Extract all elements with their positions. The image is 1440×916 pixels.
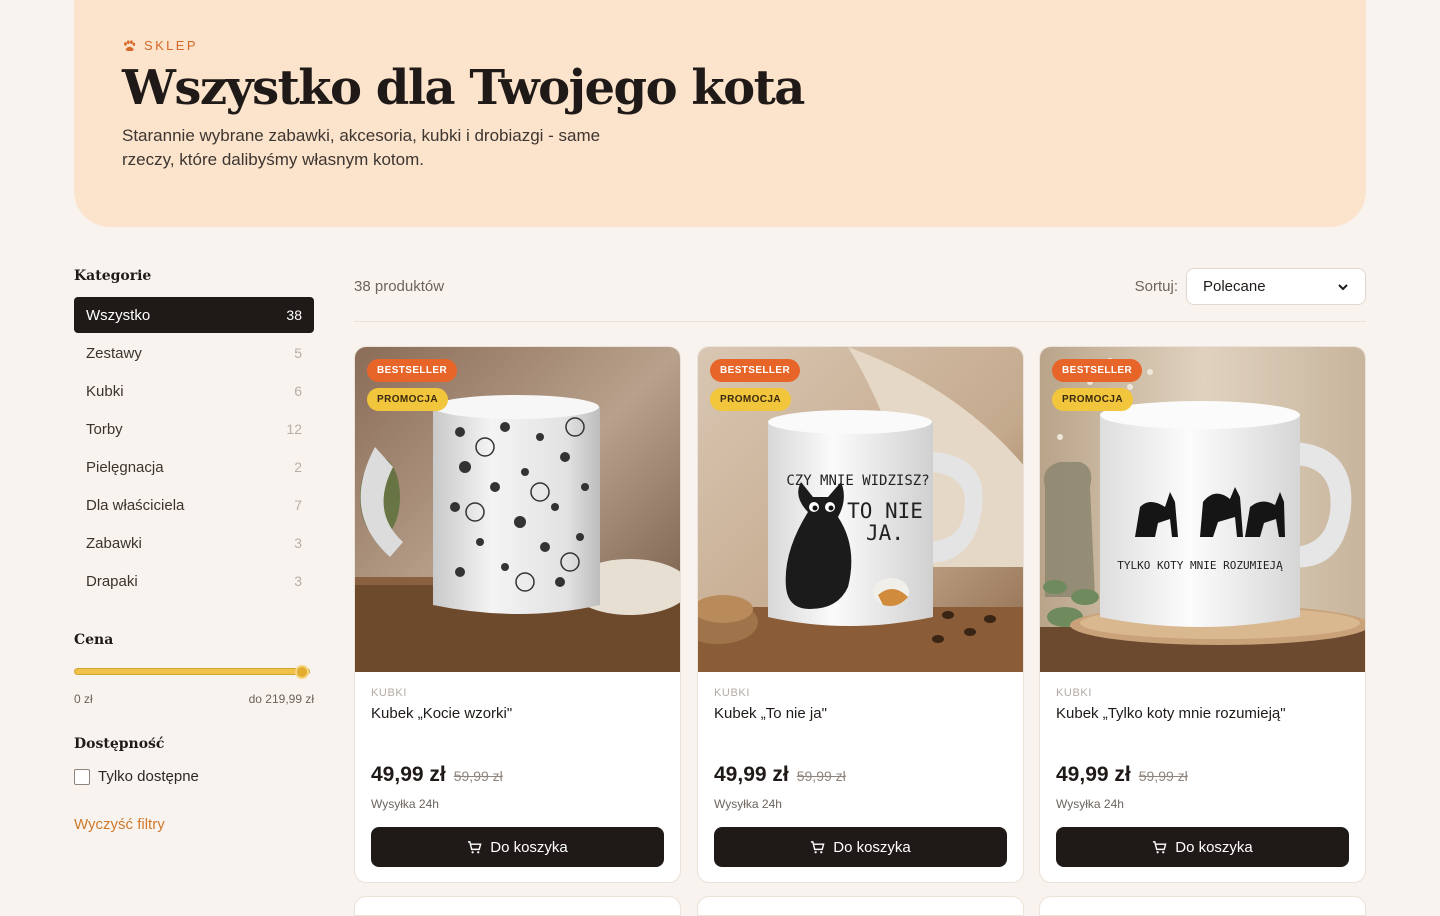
category-label: Pielęgnacja: [86, 458, 164, 476]
category-item-zestawy[interactable]: Zestawy 5: [74, 335, 314, 371]
hero-description: Starannie wybrane zabawki, akcesoria, ku…: [122, 126, 601, 169]
promo-badge: PROMOCJA: [367, 388, 448, 411]
product-name[interactable]: Kubek „Kocie wzorki": [371, 705, 664, 722]
mug-print-line-3: JA.: [866, 521, 904, 545]
product-count: 38 produktów: [354, 278, 445, 295]
category-label: Wszystko: [86, 306, 151, 324]
clear-filters-link[interactable]: Wyczyść filtry: [74, 816, 165, 833]
bestseller-badge: BESTSELLER: [1052, 359, 1143, 382]
product-price: 49,99 zł: [714, 763, 789, 786]
category-item-kubki[interactable]: Kubki 6: [74, 373, 314, 409]
product-price: 49,99 zł: [1056, 763, 1131, 786]
cart-icon: [1153, 840, 1167, 853]
only-available-filter[interactable]: Tylko dostępne: [74, 768, 199, 785]
categories-heading: Kategorie: [74, 268, 152, 284]
add-to-cart-label: Do koszyka: [490, 838, 568, 856]
category-item-drapaki[interactable]: Drapaki 3: [74, 563, 314, 599]
shipping-info: Wysyłka 24h: [371, 797, 439, 811]
hero-eyebrow: SKLEP: [122, 38, 198, 53]
only-available-checkbox[interactable]: [74, 768, 90, 785]
product-info: KUBKI Kubek „Kocie wzorki" 49,99 zł 59,9…: [371, 687, 664, 867]
sort-select[interactable]: Polecane: [1186, 268, 1366, 305]
product-image[interactable]: BESTSELLER PROMOCJA: [355, 347, 680, 672]
price-row: 49,99 zł 59,99 zł: [714, 763, 846, 787]
product-image[interactable]: CZY MNIE WIDZISZ? TO NIE JA. BESTSELLER …: [698, 347, 1023, 672]
category-label: Dla właściciela: [86, 496, 185, 514]
cart-icon: [811, 840, 825, 853]
price-max-label: do 219,99 zł: [248, 692, 314, 706]
add-to-cart-button[interactable]: Do koszyka: [714, 827, 1007, 867]
mug-print-line-2: TO NIE: [847, 499, 923, 523]
shipping-info: Wysyłka 24h: [714, 797, 782, 811]
product-name[interactable]: Kubek „Tylko koty mnie rozumieją": [1056, 705, 1349, 722]
hero-eyebrow-text: SKLEP: [144, 38, 198, 53]
paw-icon: [124, 39, 136, 51]
product-card[interactable]: TYLKO KOTY MNIE ROZUMIEJĄ BESTSELLER PRO…: [1039, 346, 1366, 883]
price-slider-max-handle[interactable]: [295, 665, 309, 679]
category-count: 6: [294, 383, 302, 399]
price-min-label: 0 zł: [74, 692, 93, 706]
category-item-wszystko[interactable]: Wszystko 38: [74, 297, 314, 333]
product-card-next-row: [354, 896, 681, 916]
product-old-price: 59,99 zł: [453, 768, 503, 784]
category-item-dla-wlasciciela[interactable]: Dla właściciela 7: [74, 487, 314, 523]
category-count: 2: [294, 459, 302, 475]
bestseller-badge: BESTSELLER: [367, 359, 458, 382]
category-count: 12: [286, 421, 302, 437]
category-label: Zabawki: [86, 534, 142, 552]
add-to-cart-label: Do koszyka: [1175, 838, 1253, 856]
add-to-cart-button[interactable]: Do koszyka: [1056, 827, 1349, 867]
price-row: 49,99 zł 59,99 zł: [1056, 763, 1188, 787]
product-card[interactable]: CZY MNIE WIDZISZ? TO NIE JA. BESTSELLER …: [697, 346, 1024, 883]
product-card[interactable]: BESTSELLER PROMOCJA KUBKI Kubek „Kocie w…: [354, 346, 681, 883]
product-category: KUBKI: [1056, 687, 1093, 699]
only-available-label: Tylko dostępne: [98, 768, 199, 785]
category-label: Zestawy: [86, 344, 142, 362]
product-card-next-row: [697, 896, 1024, 916]
price-row: 49,99 zł 59,99 zł: [371, 763, 503, 787]
promo-badge: PROMOCJA: [710, 388, 791, 411]
category-count: 3: [294, 535, 302, 551]
category-label: Torby: [86, 420, 123, 438]
product-category: KUBKI: [371, 687, 408, 699]
mug-print-line-1: CZY MNIE WIDZISZ?: [786, 473, 929, 489]
product-info: KUBKI Kubek „Tylko koty mnie rozumieją" …: [1056, 687, 1349, 867]
category-count: 3: [294, 573, 302, 589]
hero-banner: SKLEP Wszystko dla Twojego kota Staranni…: [74, 0, 1366, 227]
category-list: Wszystko 38 Zestawy 5 Kubki 6 Torby 12 P…: [74, 297, 314, 599]
category-label: Drapaki: [86, 572, 138, 590]
filters-sidebar: Kategorie Wszystko 38 Zestawy 5 Kubki 6 …: [74, 268, 314, 833]
results-toolbar: 38 produktów Sortuj: Polecane: [354, 268, 1366, 322]
sort-value: Polecane: [1203, 278, 1266, 295]
cart-icon: [468, 840, 482, 853]
product-price: 49,99 zł: [371, 763, 446, 786]
product-image[interactable]: TYLKO KOTY MNIE ROZUMIEJĄ BESTSELLER PRO…: [1040, 347, 1365, 672]
price-heading: Cena: [74, 632, 114, 648]
availability-heading: Dostępność: [74, 736, 165, 752]
add-to-cart-label: Do koszyka: [833, 838, 911, 856]
shipping-info: Wysyłka 24h: [1056, 797, 1124, 811]
category-count: 7: [294, 497, 302, 513]
price-range-slider[interactable]: [74, 665, 314, 679]
page-title: Wszystko dla Twojego kota: [122, 60, 805, 116]
category-count: 5: [294, 345, 302, 361]
price-slider-track[interactable]: [74, 668, 310, 675]
category-item-zabawki[interactable]: Zabawki 3: [74, 525, 314, 561]
add-to-cart-button[interactable]: Do koszyka: [371, 827, 664, 867]
product-old-price: 59,99 zł: [1138, 768, 1188, 784]
sort-label: Sortuj:: [1134, 278, 1178, 295]
mug-print-line-1: TYLKO KOTY MNIE ROZUMIEJĄ: [1117, 559, 1283, 572]
product-name[interactable]: Kubek „To nie ja": [714, 705, 1007, 722]
category-label: Kubki: [86, 382, 124, 400]
product-old-price: 59,99 zł: [796, 768, 846, 784]
product-info: KUBKI Kubek „To nie ja" 49,99 zł 59,99 z…: [714, 687, 1007, 867]
product-category: KUBKI: [714, 687, 751, 699]
category-item-torby[interactable]: Torby 12: [74, 411, 314, 447]
category-item-pielegnacja[interactable]: Pielęgnacja 2: [74, 449, 314, 485]
product-card-next-row: [1039, 896, 1366, 916]
bestseller-badge: BESTSELLER: [710, 359, 801, 382]
promo-badge: PROMOCJA: [1052, 388, 1133, 411]
chevron-down-icon: [1338, 283, 1348, 290]
category-count: 38: [286, 307, 302, 323]
